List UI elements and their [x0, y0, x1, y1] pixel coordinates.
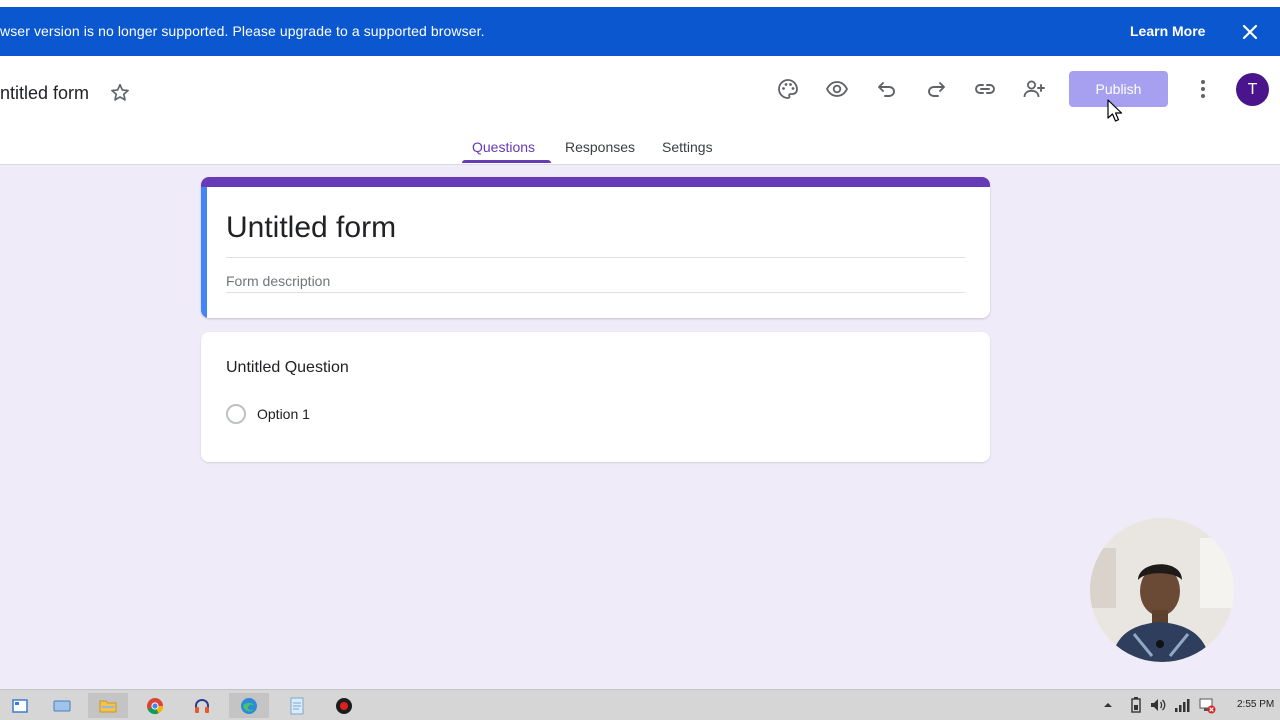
taskbar-chrome[interactable]: [135, 693, 175, 718]
document-title[interactable]: ntitled form: [0, 83, 89, 104]
signal-icon[interactable]: [1173, 696, 1191, 714]
more-vert-icon[interactable]: [1193, 77, 1213, 101]
learn-more-link[interactable]: Learn More: [1130, 23, 1205, 39]
add-person-icon[interactable]: [1022, 77, 1046, 101]
form-accent-bar: [201, 177, 990, 187]
taskbar-browser[interactable]: [229, 693, 269, 718]
taskbar-recorder[interactable]: [324, 693, 364, 718]
headphones-icon: [195, 698, 209, 713]
taskbar-keyboard[interactable]: [42, 693, 82, 718]
active-tab-indicator: [462, 160, 551, 163]
question-card[interactable]: Untitled Question Option 1: [201, 332, 990, 462]
start-icon: [12, 698, 28, 713]
start-button[interactable]: [0, 693, 40, 718]
description-underline: [226, 292, 965, 293]
os-taskbar: 2:55 PM: [0, 689, 1280, 720]
top-strip: [0, 0, 1280, 7]
undo-icon[interactable]: [875, 77, 899, 101]
palette-icon[interactable]: [776, 77, 800, 101]
network-error-icon[interactable]: [1198, 696, 1216, 714]
mouse-cursor-icon: [1107, 99, 1123, 122]
volume-icon[interactable]: [1149, 696, 1167, 714]
account-avatar[interactable]: T: [1236, 73, 1269, 106]
browser-icon: [241, 697, 257, 714]
link-icon[interactable]: [973, 77, 997, 101]
taskbar-file-explorer[interactable]: [88, 693, 128, 718]
webcam-overlay: [1090, 518, 1234, 662]
option-label[interactable]: Option 1: [257, 406, 310, 422]
star-icon[interactable]: [109, 82, 131, 104]
form-header-card: Untitled form Form description: [201, 177, 990, 318]
close-icon[interactable]: [1240, 22, 1260, 42]
avatar-letter: T: [1247, 80, 1258, 98]
radio-button[interactable]: [226, 404, 246, 424]
keyboard-icon: [53, 700, 71, 711]
tab-questions[interactable]: Questions: [472, 139, 535, 155]
selected-card-indicator: [201, 187, 207, 318]
file-explorer-icon: [99, 700, 117, 713]
form-title[interactable]: Untitled form: [226, 211, 396, 245]
taskbar-headphones[interactable]: [182, 693, 222, 718]
tab-settings[interactable]: Settings: [662, 139, 713, 155]
taskbar-notepad[interactable]: [277, 693, 317, 718]
record-icon: [336, 697, 352, 714]
eye-icon[interactable]: [825, 77, 849, 101]
form-description-input[interactable]: Form description: [226, 273, 330, 289]
battery-icon[interactable]: [1127, 696, 1145, 714]
system-clock[interactable]: 2:55 PM: [1237, 699, 1274, 710]
presenter-video-icon: [1090, 518, 1234, 662]
unsupported-browser-banner: wser version is no longer supported. Ple…: [0, 7, 1280, 56]
title-underline: [226, 257, 965, 258]
chrome-icon: [147, 697, 164, 714]
publish-label: Publish: [1095, 81, 1142, 97]
redo-icon[interactable]: [924, 77, 948, 101]
tray-arrow-icon[interactable]: [1099, 696, 1117, 714]
banner-message: wser version is no longer supported. Ple…: [0, 23, 485, 39]
tab-responses[interactable]: Responses: [565, 139, 635, 155]
notepad-icon: [290, 697, 304, 714]
question-title[interactable]: Untitled Question: [226, 359, 349, 377]
app-header: ntitled form Publish T Questions Respons…: [0, 56, 1280, 165]
